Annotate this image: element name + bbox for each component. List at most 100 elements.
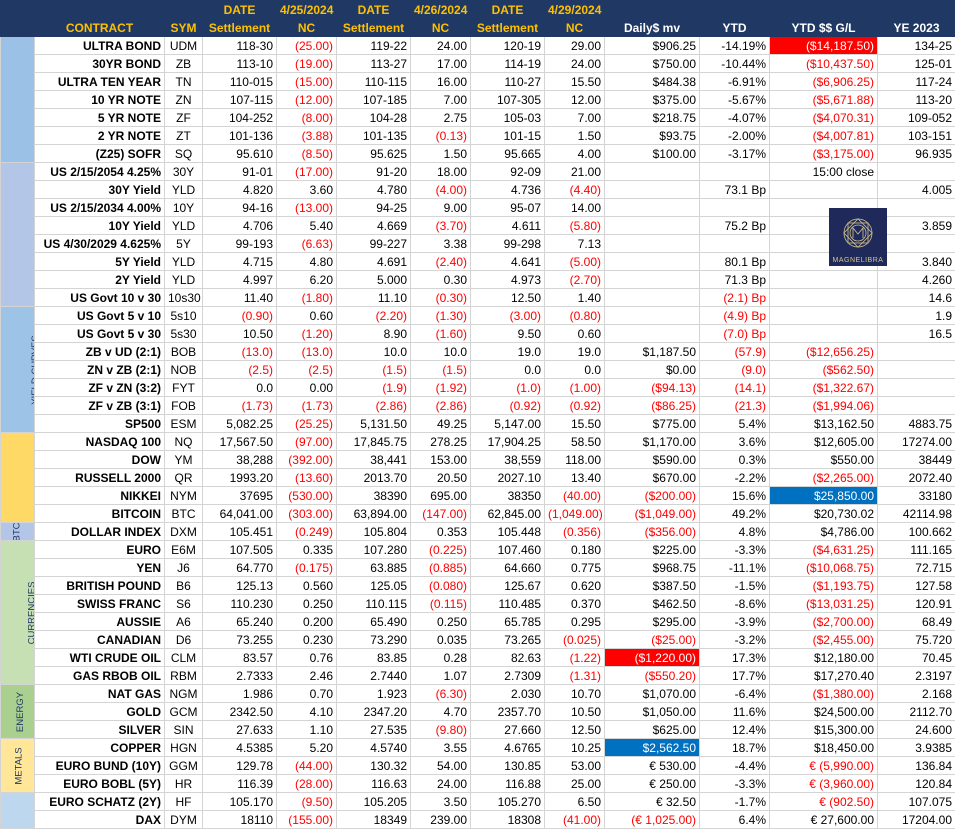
symbol: YLD: [165, 181, 203, 199]
value-cell: 9.00: [411, 199, 471, 217]
value-cell: ($562.50): [770, 361, 878, 379]
value-cell: 4.780: [337, 181, 411, 199]
symbol: 5s10: [165, 307, 203, 325]
value-cell: 4.80: [277, 253, 337, 271]
category-text: BTC: [13, 523, 23, 541]
value-cell: 3.9385: [878, 739, 955, 757]
value-cell: 12.50: [471, 289, 545, 307]
value-cell: 107-185: [337, 91, 411, 109]
value-cell: 110-015: [203, 73, 277, 91]
table-row: 10 YR NOTEZN107-115(12.00)107-1857.00107…: [1, 91, 955, 109]
value-cell: 18.7%: [700, 739, 770, 757]
value-cell: 109-052: [878, 109, 955, 127]
contract-name: EURO SCHATZ (2Y): [35, 793, 165, 811]
value-cell: (303.00): [277, 505, 337, 523]
table-row: 5 YR NOTEZF104-252(8.00)104-282.75105-03…: [1, 109, 955, 127]
contract-name: COPPER: [35, 739, 165, 757]
value-cell: 104-252: [203, 109, 277, 127]
table-row: SP500ESM5,082.25(25.25)5,131.5049.255,14…: [1, 415, 955, 433]
value-cell: 99-298: [471, 235, 545, 253]
contract-name: ULTRA BOND: [35, 37, 165, 55]
table-row: US Govt 10 v 3010s3011.40(1.80)11.10(0.3…: [1, 289, 955, 307]
value-cell: ($1,220.00): [605, 649, 700, 667]
table-row: YIELD CURVESUS Govt 5 v 105s10(0.90)0.60…: [1, 307, 955, 325]
value-cell: 15:00 close: [770, 163, 878, 181]
value-cell: 113-20: [878, 91, 955, 109]
value-cell: $17,270.40: [770, 667, 878, 685]
symbol: 10Y: [165, 199, 203, 217]
symbol: 30Y: [165, 163, 203, 181]
value-cell: -8.6%: [700, 595, 770, 613]
value-cell: 7.13: [545, 235, 605, 253]
contract-name: SWISS FRANC: [35, 595, 165, 613]
value-cell: ($94.13): [605, 379, 700, 397]
value-cell: $775.00: [605, 415, 700, 433]
value-cell: 42114.98: [878, 505, 955, 523]
value-cell: 0.775: [545, 559, 605, 577]
value-cell: 103-151: [878, 127, 955, 145]
value-cell: 10.25: [545, 739, 605, 757]
symbol: HGN: [165, 739, 203, 757]
symbol: YLD: [165, 271, 203, 289]
value-cell: 130.32: [337, 757, 411, 775]
value-cell: ($25.00): [605, 631, 700, 649]
value-cell: ($86.25): [605, 397, 700, 415]
value-cell: $1,070.00: [605, 685, 700, 703]
symbol: D6: [165, 631, 203, 649]
symbol: SQ: [165, 145, 203, 163]
value-cell: 2.7309: [471, 667, 545, 685]
value-cell: 1.986: [203, 685, 277, 703]
symbol: ESM: [165, 415, 203, 433]
value-cell: 38449: [878, 451, 955, 469]
value-cell: 0.353: [411, 523, 471, 541]
value-cell: 17274.00: [878, 433, 955, 451]
value-cell: 3.859: [878, 217, 955, 235]
contract-name: US 2/15/2034 4.00%: [35, 199, 165, 217]
value-cell: 0.250: [411, 613, 471, 631]
value-cell: 4.5740: [337, 739, 411, 757]
value-cell: 13.40: [545, 469, 605, 487]
value-cell: 101-135: [337, 127, 411, 145]
value-cell: (19.00): [277, 55, 337, 73]
value-cell: (1.73): [203, 397, 277, 415]
value-cell: 0.335: [277, 541, 337, 559]
value-cell: (13.60): [277, 469, 337, 487]
value-cell: ($1,193.75): [770, 577, 878, 595]
value-cell: (0.92): [471, 397, 545, 415]
value-cell: (530.00): [277, 487, 337, 505]
symbol: ZB: [165, 55, 203, 73]
value-cell: 4.706: [203, 217, 277, 235]
symbol: S6: [165, 595, 203, 613]
value-cell: (2.20): [337, 307, 411, 325]
header-cell: 4/25/2024: [277, 1, 337, 19]
value-cell: 125.05: [337, 577, 411, 595]
header-cell: DATE: [203, 1, 277, 19]
value-cell: ($14,187.50): [770, 37, 878, 55]
value-cell: [700, 199, 770, 217]
value-cell: [605, 307, 700, 325]
value-cell: $968.75: [605, 559, 700, 577]
value-cell: (0.115): [411, 595, 471, 613]
value-cell: (25.25): [277, 415, 337, 433]
value-cell: 2.46: [277, 667, 337, 685]
header-cell: YTD: [700, 19, 770, 37]
contract-name: 5Y Yield: [35, 253, 165, 271]
value-cell: 0.200: [277, 613, 337, 631]
value-cell: 4.997: [203, 271, 277, 289]
value-cell: 33180: [878, 487, 955, 505]
value-cell: 38390: [337, 487, 411, 505]
value-cell: $1,187.50: [605, 343, 700, 361]
value-cell: 4.70: [411, 703, 471, 721]
header-cell: [1, 1, 35, 19]
contract-name: ZF v ZN (3:2): [35, 379, 165, 397]
symbol: ZT: [165, 127, 203, 145]
header-cell: 4/26/2024: [411, 1, 471, 19]
value-cell: 64,041.00: [203, 505, 277, 523]
value-cell: 0.3%: [700, 451, 770, 469]
category-text: METALS: [15, 747, 25, 784]
table-row: 10Y YieldYLD4.7065.404.669(3.70)4.611(5.…: [1, 217, 955, 235]
table-row: WTI CRUDE OILCLM83.570.7683.850.2882.63(…: [1, 649, 955, 667]
table-row: ULTRA TEN YEARTN110-015(15.00)110-11516.…: [1, 73, 955, 91]
table-row: SWISS FRANCS6110.2300.250110.115(0.115)1…: [1, 595, 955, 613]
value-cell: 64.770: [203, 559, 277, 577]
